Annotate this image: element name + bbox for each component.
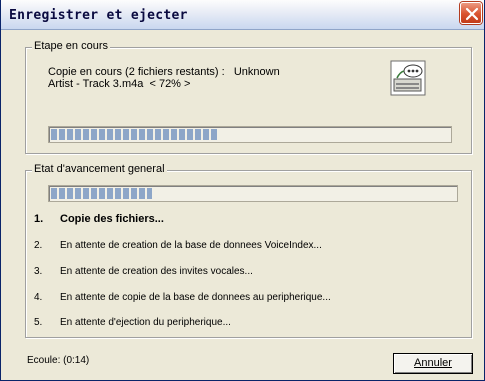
title-bar[interactable]: Enregistrer et ejecter [1, 0, 484, 30]
step-item: 1. Copie des fichiers... [34, 213, 164, 225]
step-item: 5. En attente d'ejection du peripherique.… [34, 317, 231, 328]
step-item: 2. En attente de creation de la base de d… [34, 240, 322, 251]
step-number: 4. [34, 292, 43, 303]
step-label: En attente de copie de la base de donnee… [60, 292, 331, 303]
current-step-progress-fill [51, 129, 218, 140]
close-button[interactable] [460, 2, 482, 24]
elapsed-time: Ecoule: (0:14) [27, 355, 90, 366]
step-label: En attente de creation de la base de don… [60, 240, 322, 251]
step-label: Copie des fichiers... [60, 213, 164, 225]
overall-progress-group: Etat d'avancement general 1. Copie des fi… [25, 163, 472, 338]
current-step-legend: Etape en cours [32, 40, 110, 52]
step-number: 1. [34, 213, 44, 225]
step-number: 2. [34, 240, 43, 251]
window-title: Enregistrer et ejecter [9, 8, 188, 23]
ipod-dock-icon [390, 60, 426, 96]
overall-progress-legend: Etat d'avancement general [32, 163, 167, 175]
cancel-button[interactable]: Annuler [393, 353, 473, 374]
overall-progress-bar [48, 185, 458, 202]
step-label: En attente d'ejection du peripherique... [60, 317, 231, 328]
overall-progress-fill [51, 188, 152, 199]
cancel-button-label: Annuler [414, 357, 452, 369]
copy-status-text: Copie en cours (2 fichiers restants) : U… [48, 66, 280, 78]
save-eject-dialog: Enregistrer et ejecter Etape en cours Co… [0, 0, 485, 381]
step-item: 3. En attente de creation des invites voc… [34, 266, 253, 277]
current-step-progress-bar [48, 126, 452, 143]
step-number: 3. [34, 266, 43, 277]
current-step-group: Etape en cours Copie en cours (2 fichier… [25, 40, 472, 154]
close-icon [465, 7, 479, 21]
step-number: 5. [34, 317, 43, 328]
current-file-text: Artist - Track 3.m4a < 72% > [48, 78, 191, 90]
step-label: En attente de creation des invites vocal… [60, 266, 253, 277]
step-item: 4. En attente de copie de la base de donn… [34, 292, 331, 303]
